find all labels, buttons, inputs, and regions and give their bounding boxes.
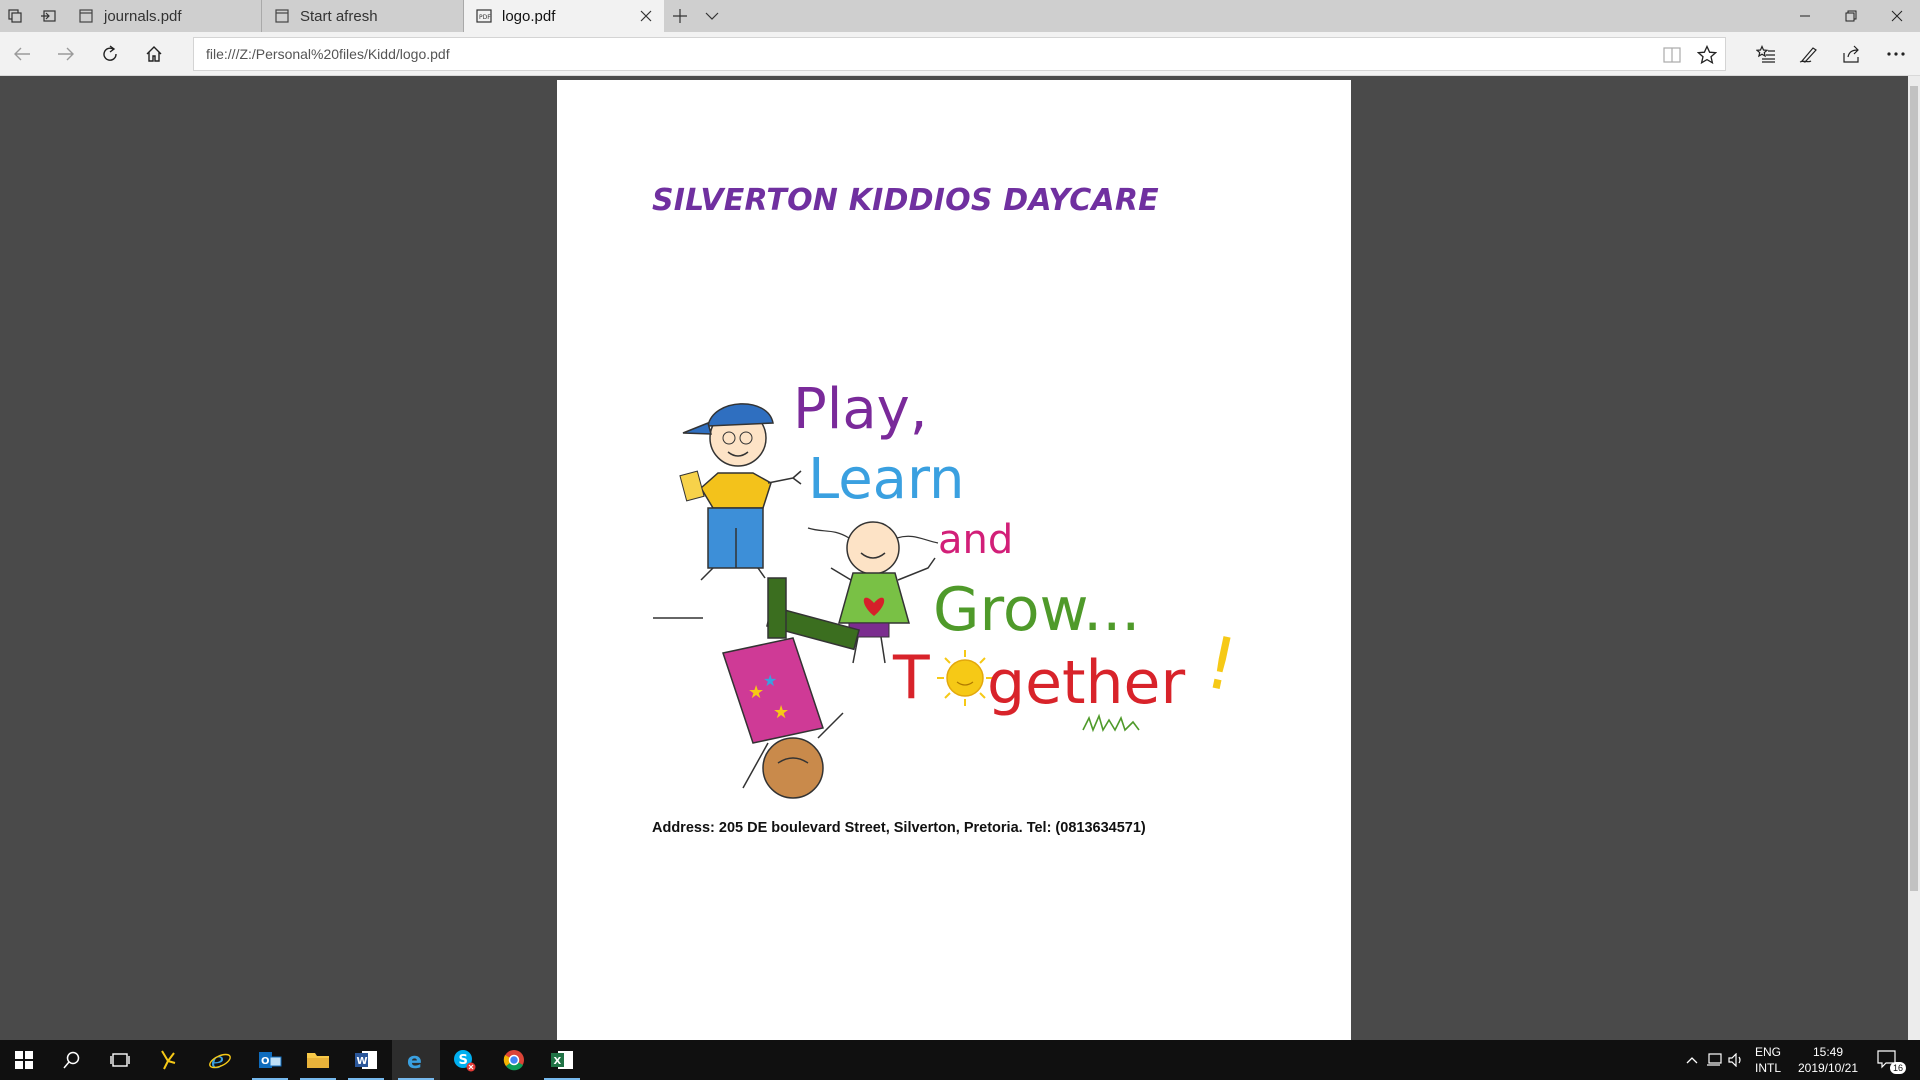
upside-down-kid-figure: ★ ★ ★ bbox=[653, 577, 860, 799]
scrollbar-thumb[interactable] bbox=[1910, 86, 1918, 891]
svg-text:PDF: PDF bbox=[479, 14, 491, 21]
address-bar[interactable]: file:///Z:/Personal%20files/Kidd/logo.pd… bbox=[193, 37, 1726, 71]
logo-and-text: and bbox=[938, 517, 1013, 563]
minimize-icon[interactable] bbox=[1782, 0, 1828, 32]
svg-text:e: e bbox=[407, 1049, 422, 1072]
clock-time: 15:49 bbox=[1812, 1045, 1844, 1059]
close-window-icon[interactable] bbox=[1874, 0, 1920, 32]
pdf-icon: PDF bbox=[476, 8, 492, 24]
network-icon[interactable] bbox=[1702, 1040, 1726, 1080]
forward-icon[interactable] bbox=[50, 38, 82, 70]
language-label: ENG bbox=[1754, 1045, 1781, 1059]
search-icon[interactable] bbox=[48, 1040, 96, 1080]
favorite-star-icon[interactable] bbox=[1696, 44, 1718, 66]
set-aside-tabs-icon[interactable] bbox=[30, 0, 66, 32]
logo-grow-text: Grow... bbox=[933, 575, 1140, 645]
input-language-indicator[interactable]: ENG INTL bbox=[1750, 1044, 1786, 1076]
svg-text:O: O bbox=[261, 1056, 270, 1067]
address-line: Address: 205 DE boulevard Street, Silver… bbox=[652, 820, 1146, 836]
show-hidden-icons-chevron-up-icon[interactable] bbox=[1680, 1040, 1704, 1080]
tab-journals[interactable]: journals.pdf bbox=[66, 0, 262, 32]
notification-count-badge: 16 bbox=[1889, 1062, 1906, 1074]
tab-actions-icon[interactable] bbox=[0, 0, 30, 32]
grass-decoration bbox=[1082, 713, 1140, 733]
bird-app-icon[interactable] bbox=[144, 1040, 192, 1080]
home-icon[interactable] bbox=[138, 38, 170, 70]
refresh-icon[interactable] bbox=[94, 38, 126, 70]
system-tray: ENG INTL 15:49 2019/10/21 16 bbox=[1680, 1040, 1920, 1080]
taskbar: e O W e S X ENG INTL 15:49 2019/10/21 16 bbox=[0, 1040, 1920, 1080]
skype-icon[interactable]: S bbox=[440, 1040, 488, 1080]
daycare-logo-image: ★ ★ ★ Play, Learn and Grow... T gether ! bbox=[653, 377, 1244, 799]
page-icon bbox=[274, 8, 290, 24]
close-tab-icon[interactable] bbox=[638, 8, 654, 24]
logo-learn-text: Learn bbox=[808, 447, 965, 512]
document-title: SILVERTON KIDDIOS DAYCARE bbox=[652, 183, 1159, 218]
svg-text:S: S bbox=[459, 1053, 468, 1068]
tab-logo-pdf[interactable]: PDF logo.pdf bbox=[464, 0, 664, 32]
edge-icon[interactable]: e bbox=[392, 1040, 440, 1080]
logo-together-t: T bbox=[892, 643, 930, 713]
back-icon[interactable] bbox=[6, 38, 38, 70]
svg-text:★: ★ bbox=[763, 673, 777, 690]
pdf-viewer[interactable]: SILVERTON KIDDIOS DAYCARE ★ ★ ★ Play, Le… bbox=[0, 76, 1920, 1040]
svg-text:★: ★ bbox=[748, 682, 764, 702]
outlook-icon[interactable]: O bbox=[246, 1040, 294, 1080]
web-note-pen-icon[interactable] bbox=[1793, 38, 1825, 70]
chevron-down-icon[interactable] bbox=[696, 0, 728, 32]
internet-explorer-icon[interactable]: e bbox=[196, 1040, 244, 1080]
chrome-icon[interactable] bbox=[490, 1040, 538, 1080]
svg-text:W: W bbox=[357, 1056, 368, 1067]
favorites-hub-icon[interactable] bbox=[1750, 38, 1782, 70]
reading-view-icon[interactable] bbox=[1661, 44, 1683, 66]
tab-label: Start afresh bbox=[300, 7, 378, 25]
keyboard-label: INTL bbox=[1754, 1061, 1781, 1075]
window-controls bbox=[1782, 0, 1920, 32]
volume-icon[interactable] bbox=[1724, 1040, 1748, 1080]
logo-together-text: gether bbox=[987, 648, 1185, 718]
word-icon[interactable]: W bbox=[342, 1040, 390, 1080]
pdf-page: SILVERTON KIDDIOS DAYCARE ★ ★ ★ Play, Le… bbox=[557, 80, 1351, 1040]
vertical-scrollbar[interactable] bbox=[1908, 76, 1920, 1040]
navigation-bar: file:///Z:/Personal%20files/Kidd/logo.pd… bbox=[0, 32, 1920, 76]
file-explorer-icon[interactable] bbox=[294, 1040, 342, 1080]
page-icon bbox=[78, 8, 94, 24]
clock[interactable]: 15:49 2019/10/21 bbox=[1790, 1044, 1866, 1076]
more-options-icon[interactable] bbox=[1880, 38, 1912, 70]
windows-start-icon[interactable] bbox=[0, 1040, 48, 1080]
svg-text:★: ★ bbox=[773, 702, 789, 722]
clock-date: 2019/10/21 bbox=[1797, 1061, 1859, 1075]
logo-exclamation-text: ! bbox=[1198, 620, 1244, 708]
excel-icon[interactable]: X bbox=[538, 1040, 586, 1080]
restore-icon[interactable] bbox=[1828, 0, 1874, 32]
svg-text:X: X bbox=[554, 1056, 562, 1067]
task-view-icon[interactable] bbox=[96, 1040, 144, 1080]
url-text: file:///Z:/Personal%20files/Kidd/logo.pd… bbox=[206, 46, 450, 62]
new-tab-icon[interactable] bbox=[664, 0, 696, 32]
boy-figure bbox=[679, 403, 802, 581]
share-icon[interactable] bbox=[1836, 38, 1868, 70]
tab-label: journals.pdf bbox=[104, 7, 182, 25]
action-center-icon[interactable]: 16 bbox=[1870, 1040, 1910, 1080]
tab-start-afresh[interactable]: Start afresh bbox=[262, 0, 464, 32]
logo-play-text: Play, bbox=[793, 377, 928, 442]
tab-label: logo.pdf bbox=[502, 7, 556, 25]
tab-bar: journals.pdf Start afresh PDF logo.pdf bbox=[0, 0, 1920, 32]
sun-icon bbox=[937, 650, 993, 706]
